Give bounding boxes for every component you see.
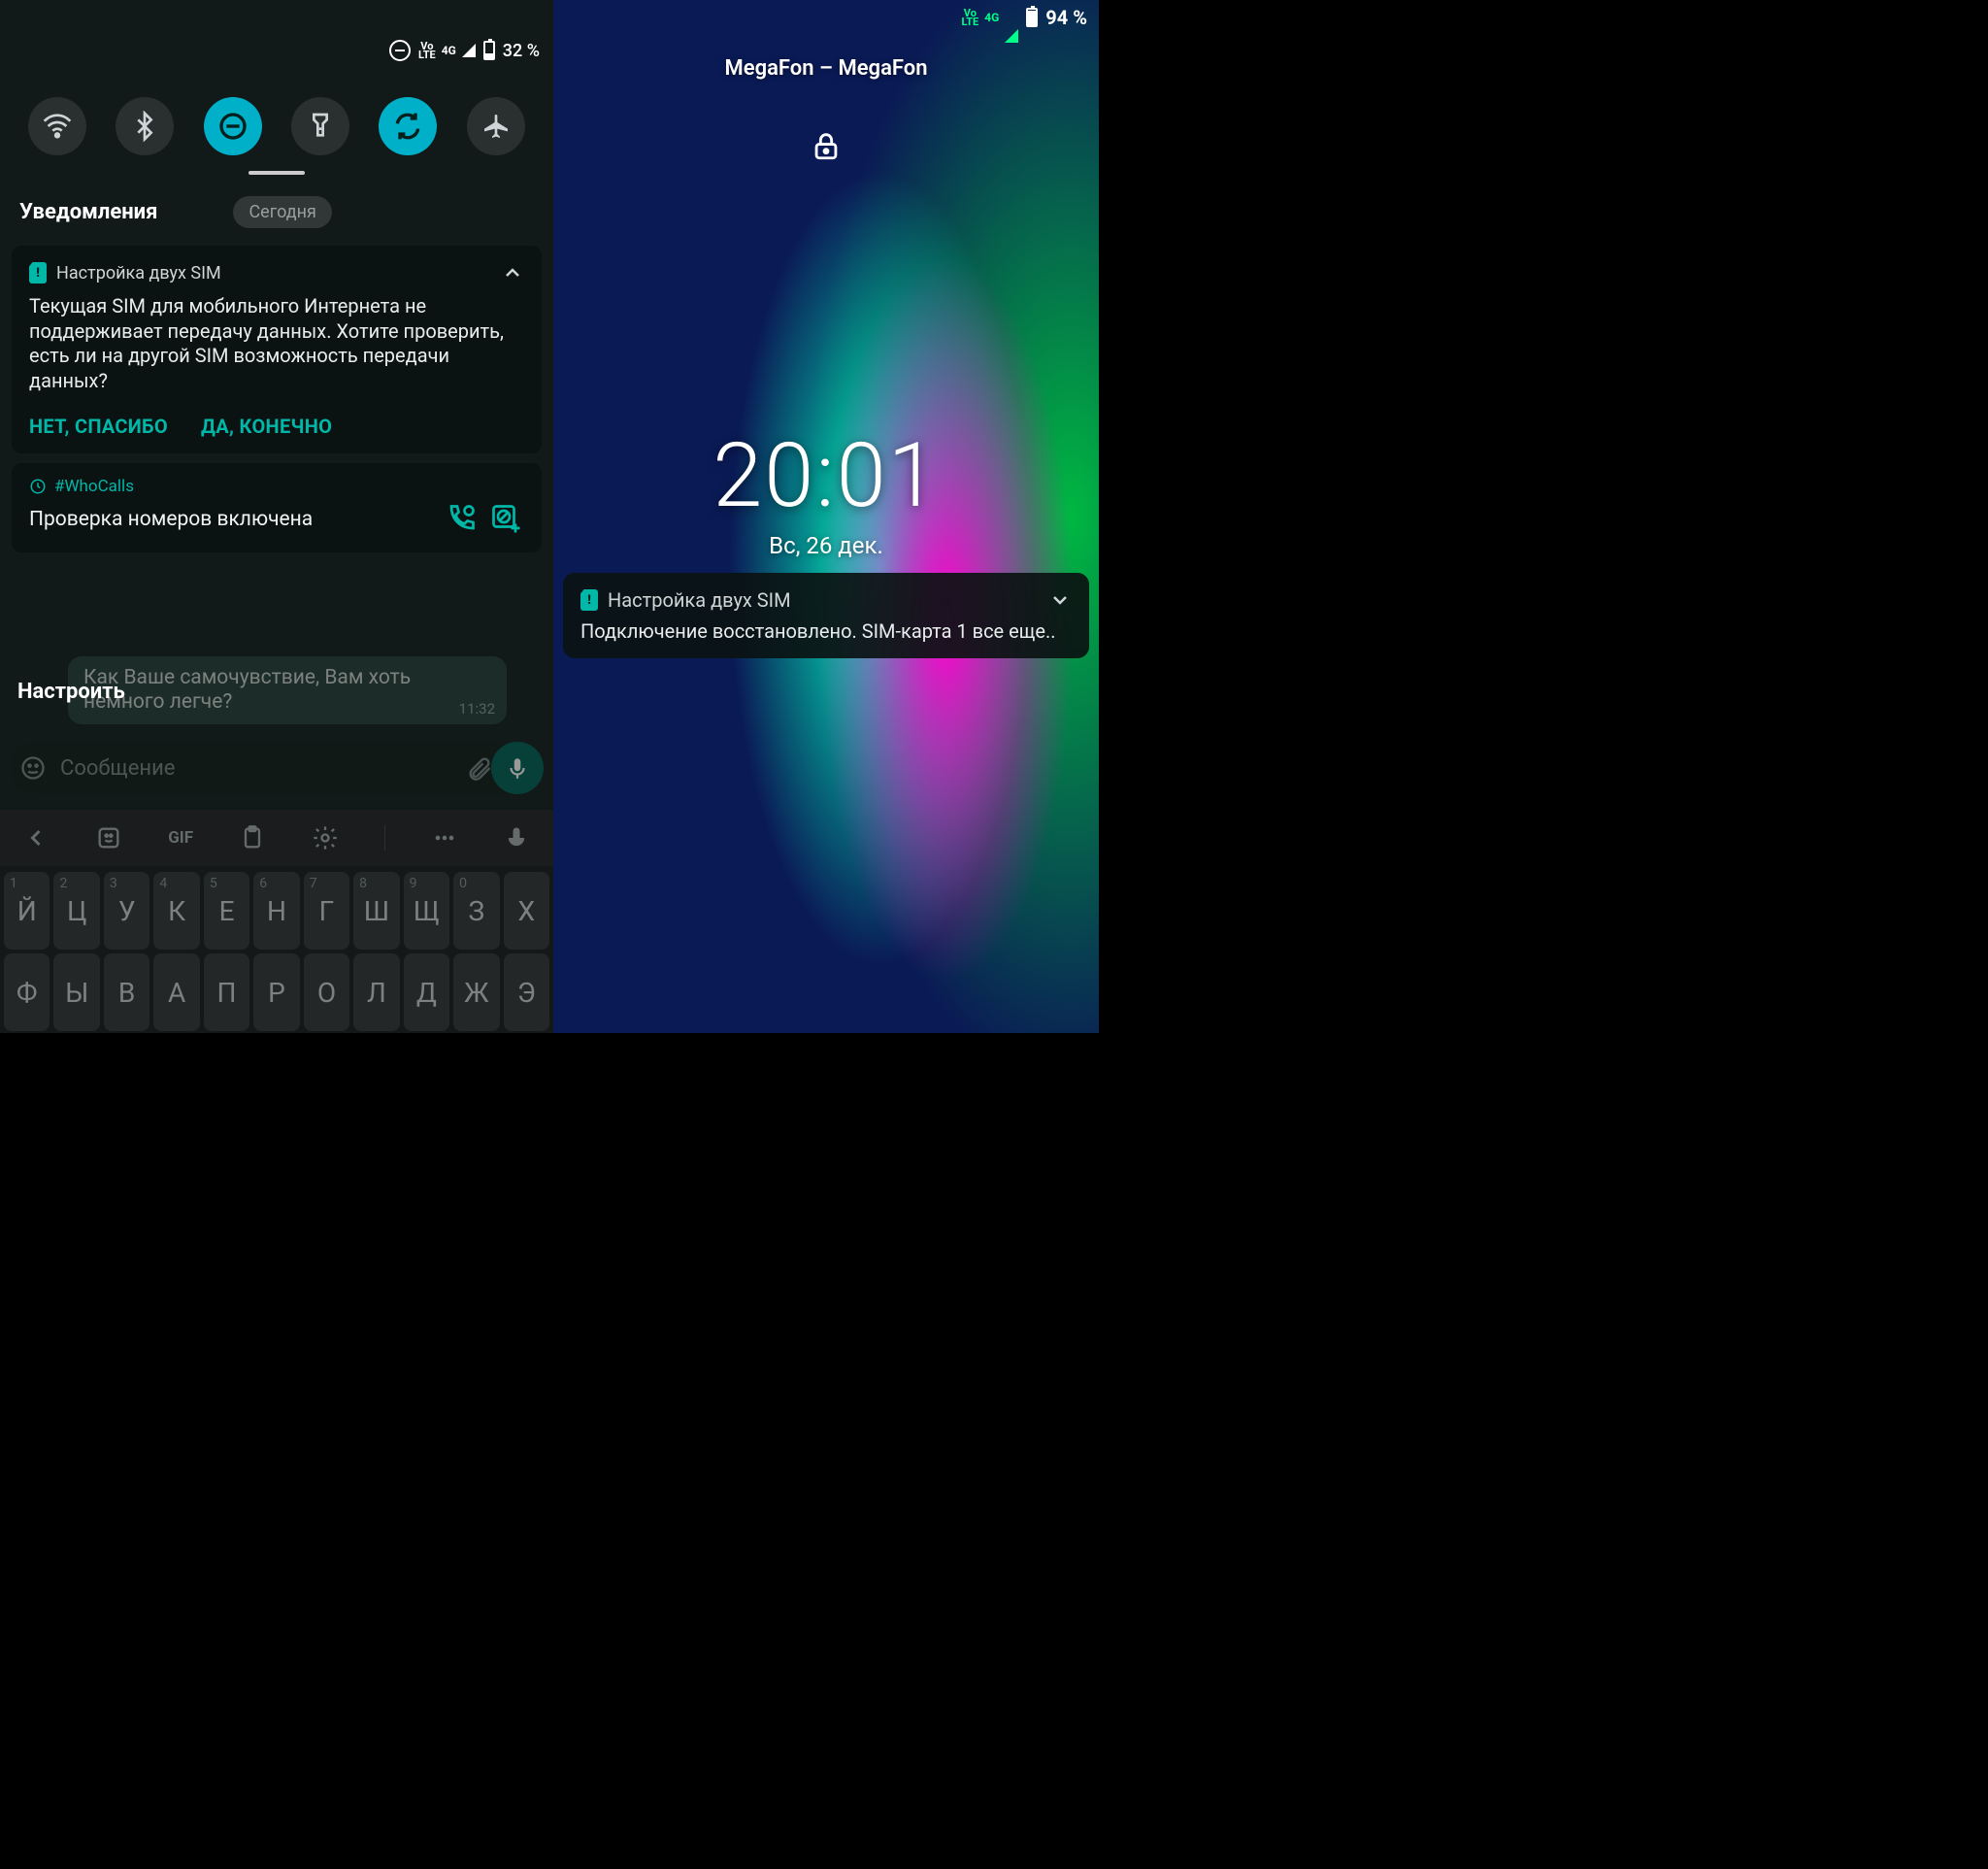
key-Д[interactable]: Д [404,953,449,1031]
chevron-up-icon[interactable] [501,261,524,284]
chat-input-bar[interactable]: Сообщение [10,742,544,794]
qs-wifi[interactable] [28,97,86,155]
qs-dnd[interactable] [204,97,262,155]
emoji-icon[interactable] [19,754,47,782]
qs-airplane[interactable] [467,97,525,155]
network-4g-label: 4G [984,11,999,24]
sim-badge-icon: ! [580,589,598,611]
lock-screen: Vo LTE 4G 94 % MegaFon – MegaFon 20:01 В… [553,0,1099,1033]
lock-notification-dual-sim[interactable]: ! Настройка двух SIM Подключение восстан… [563,573,1089,658]
notification-body: Подключение восстановлено. SIM-карта 1 в… [580,619,1072,643]
chat-bubble-time: 11:32 [459,701,495,718]
chevron-down-icon[interactable] [1048,588,1072,612]
kb-settings-icon[interactable] [312,824,339,851]
sim-badge-icon: ! [29,262,47,284]
key-Ц[interactable]: 2Ц [53,872,99,950]
action-yes[interactable]: ДА, КОНЕЧНО [201,415,332,438]
lock-clock: 20:01 [553,424,1099,528]
battery-icon [1026,8,1038,27]
today-pill: Сегодня [233,196,331,228]
voice-record-button[interactable] [491,742,544,794]
key-В[interactable]: В [104,953,149,1031]
qs-bluetooth[interactable] [116,97,174,155]
qs-flashlight[interactable] [291,97,349,155]
key-Щ[interactable]: 9Щ [404,872,449,950]
signal-icon [1007,6,1018,29]
key-Н[interactable]: 6Н [253,872,299,950]
lock-date: Вс, 26 дек. [553,532,1099,559]
kb-more-icon[interactable] [431,824,458,851]
kb-divider [384,825,385,851]
kb-collapse-icon[interactable] [22,824,50,851]
key-Р[interactable]: Р [253,953,299,1031]
key-Й[interactable]: 1Й [4,872,50,950]
chat-bubble-incoming: Как Ваше самочувствие, Вам хоть немного … [68,656,507,724]
network-4g-label: 4G [442,44,456,57]
key-Ш[interactable]: 8Ш [353,872,399,950]
notification-shade: Vo LTE 4G 32 % Уведомления Сегодня [0,0,553,1033]
attach-icon[interactable] [466,754,493,782]
key-У[interactable]: 3У [104,872,149,950]
volte-icon: Vo LTE [961,9,978,26]
key-З[interactable]: 0З [453,872,499,950]
signal-icon [464,44,476,57]
battery-icon [483,41,495,60]
block-add-icon[interactable] [489,502,524,537]
status-bar-left: Vo LTE 4G 32 % [0,0,553,97]
kb-mic-icon[interactable] [503,824,530,851]
whocalls-body: Проверка номеров включена [29,508,431,531]
key-Ы[interactable]: Ы [53,953,99,1031]
whocalls-tag: #WhoCalls [54,477,134,496]
notification-whocalls[interactable]: #WhoCalls Проверка номеров включена [12,463,542,552]
shield-clock-icon [29,478,47,495]
quick-settings [0,97,553,183]
qs-autorotate[interactable] [379,97,437,155]
chat-input-placeholder[interactable]: Сообщение [60,756,452,781]
configure-label[interactable]: Настроить [17,680,125,704]
kb-sticker-icon[interactable] [95,824,122,851]
notification-title: Настройка двух SIM [56,263,221,284]
kb-gif-button[interactable]: GIF [168,828,193,848]
lock-icon [553,129,1099,162]
key-Ж[interactable]: Ж [453,953,499,1031]
key-Э[interactable]: Э [504,953,549,1031]
soft-keyboard[interactable]: 1Й2Ц3У4К5Е6Н7Г8Ш9Щ0ЗХ ФЫВАПРОЛДЖЭ [0,866,553,1033]
action-no[interactable]: НЕТ, СПАСИБО [29,415,168,438]
key-Ф[interactable]: Ф [4,953,50,1031]
notification-dual-sim[interactable]: ! Настройка двух SIM Текущая SIM для моб… [12,246,542,453]
phone-check-icon[interactable] [443,502,478,537]
volte-icon: Vo LTE [418,42,436,59]
status-bar-right: Vo LTE 4G 94 % [553,0,1099,35]
key-К[interactable]: 4К [153,872,199,950]
key-О[interactable]: О [304,953,349,1031]
key-А[interactable]: А [153,953,199,1031]
kb-clipboard-icon[interactable] [239,824,266,851]
key-Л[interactable]: Л [353,953,399,1031]
key-П[interactable]: П [204,953,249,1031]
keyboard-toolbar: GIF [0,810,553,866]
notification-body: Текущая SIM для мобильного Интернета не … [29,294,524,393]
notifications-title: Уведомления [19,200,157,224]
key-Х[interactable]: Х [504,872,549,950]
dnd-status-icon [389,40,411,61]
notification-title: Настройка двух SIM [608,588,791,612]
key-Е[interactable]: 5Е [204,872,249,950]
key-Г[interactable]: 7Г [304,872,349,950]
battery-text: 94 % [1045,6,1087,29]
battery-text: 32 % [503,41,540,61]
carrier-label: MegaFon – MegaFon [553,56,1099,81]
